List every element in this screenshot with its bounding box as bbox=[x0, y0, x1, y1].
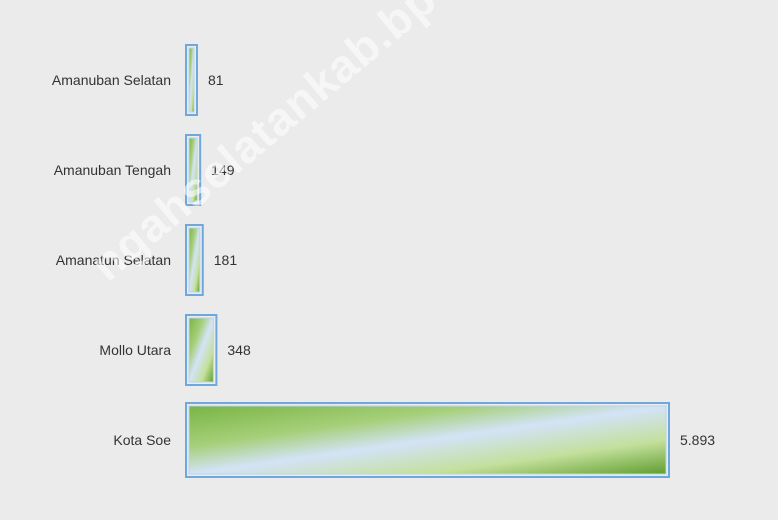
value-label: 181 bbox=[214, 252, 238, 268]
chart-svg: Amanuban Selatan 81 Amanuban Tengah 149 Aman… bbox=[52, 44, 715, 478]
bar-chart: Amanuban Selatan 81 Amanuban Tengah 149 Aman… bbox=[0, 0, 778, 515]
category-label: Amanuban Tengah bbox=[54, 162, 171, 178]
category-label: Amanuban Selatan bbox=[52, 72, 171, 88]
category-label: Kota Soe bbox=[113, 432, 171, 448]
value-label: 149 bbox=[211, 162, 235, 178]
value-label: 348 bbox=[227, 342, 251, 358]
bar bbox=[188, 137, 198, 203]
value-label: 5.893 bbox=[680, 432, 715, 448]
bar bbox=[188, 317, 214, 383]
bar bbox=[188, 405, 667, 475]
bar bbox=[188, 47, 195, 113]
bar bbox=[188, 227, 201, 293]
value-label: 81 bbox=[208, 72, 224, 88]
category-label: Amanatun Selatan bbox=[56, 252, 171, 268]
category-label: Mollo Utara bbox=[99, 342, 171, 358]
